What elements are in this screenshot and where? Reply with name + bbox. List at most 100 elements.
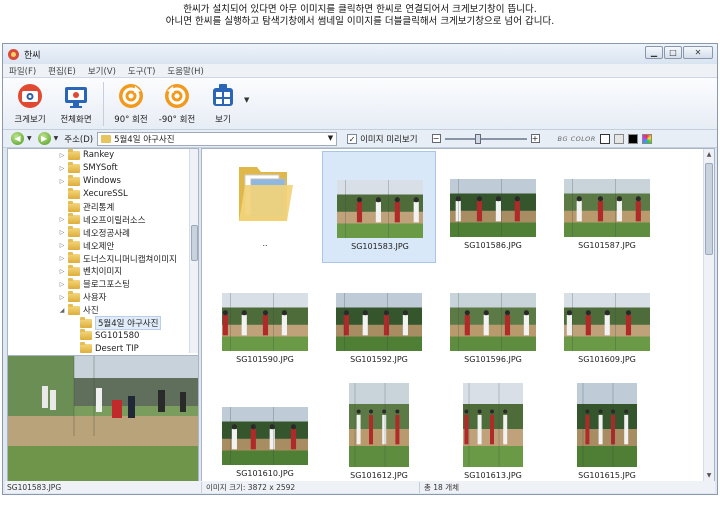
thumbnail-image[interactable] — [349, 383, 409, 467]
thumbnail-item[interactable]: SG101615.JPG — [550, 379, 664, 481]
thumbnail-image[interactable] — [222, 407, 308, 465]
thumbnail-image[interactable] — [564, 293, 650, 351]
title-bar[interactable]: 한씨 ▁ □ ✕ — [3, 44, 717, 64]
bg-swatch-black[interactable] — [627, 133, 638, 144]
thumbnail-item[interactable]: SG101610.JPG — [208, 379, 322, 481]
thumbnail-item[interactable]: SG101609.JPG — [550, 265, 664, 377]
tree-item[interactable]: ▷ 블로그포스팅 — [8, 277, 198, 291]
tree-item[interactable]: ▷ Rankey — [8, 149, 198, 162]
zoom-thumb[interactable] — [474, 133, 481, 144]
close-button[interactable]: ✕ — [683, 46, 713, 59]
thumbnail-item[interactable]: SG101583.JPG — [322, 151, 436, 263]
menu-edit[interactable]: 편집(E) — [48, 65, 76, 77]
menu-view[interactable]: 보기(V) — [88, 65, 116, 77]
tree-item-label: 네오정공사례 — [83, 228, 130, 239]
tree-item[interactable]: 관리통계 — [8, 200, 198, 214]
thumbnail-image[interactable] — [450, 179, 536, 237]
menu-tools[interactable]: 도구(T) — [128, 65, 155, 77]
scroll-up-icon[interactable]: ▲ — [704, 151, 714, 158]
folder-icon — [80, 329, 92, 341]
thumbnail-item[interactable]: SG101590.JPG — [208, 265, 322, 377]
bg-swatch-multicolor[interactable] — [641, 133, 652, 144]
rotate-left-button[interactable]: -90° 회전 — [154, 82, 200, 125]
app-window: 한씨 ▁ □ ✕ 파일(F) 편집(E) 보기(V) 도구(T) 도움말(H) … — [2, 43, 718, 495]
tree-item[interactable]: ▷ 네오정공사례 — [8, 226, 198, 239]
preview-checkbox-label: 이미지 미리보기 — [360, 134, 418, 145]
thumbnail-image[interactable] — [336, 293, 422, 351]
tree-item[interactable]: ▷ Windows — [8, 174, 198, 188]
address-value: 5월4일 야구사진 — [114, 134, 175, 145]
zoom-track[interactable] — [444, 133, 527, 144]
tree-scrollbar[interactable] — [189, 149, 198, 353]
forward-dropdown-icon[interactable]: ▼ — [54, 135, 59, 142]
tree-item[interactable]: ◢ 사진 — [8, 303, 198, 317]
thumbnail-filename: SG101586.JPG — [464, 241, 522, 250]
large-view-label: 크게보기 — [14, 115, 46, 125]
tree-scroll-thumb[interactable] — [191, 225, 198, 261]
tree-item[interactable]: ▷ SMYSoft — [8, 161, 198, 175]
menu-help[interactable]: 도움말(H) — [167, 65, 203, 77]
expand-arrow-icon[interactable]: ▷ — [58, 294, 66, 301]
expand-arrow-icon[interactable]: ▷ — [58, 229, 66, 236]
rotate-right-button[interactable]: 90° 회전 — [108, 82, 154, 125]
zoom-in-icon[interactable]: + — [530, 134, 540, 143]
expand-arrow-icon[interactable]: ▷ — [58, 178, 66, 185]
thumbnail-image[interactable] — [564, 179, 650, 237]
tree-item[interactable]: Desert TIP — [8, 342, 198, 353]
minimize-button[interactable]: ▁ — [645, 46, 663, 59]
tree-item[interactable]: ▷ 벤치이미지 — [8, 264, 198, 278]
tree-item[interactable]: XecureSSL — [8, 187, 198, 201]
tree-item[interactable]: ▷ 네오프이릴러소스 — [8, 213, 198, 226]
folder-icon — [68, 303, 80, 315]
expand-arrow-icon[interactable]: ▷ — [58, 268, 66, 275]
expand-arrow-icon[interactable]: ▷ — [58, 242, 66, 249]
thumbnail-image[interactable] — [337, 180, 423, 238]
tree-item-label: XecureSSL — [83, 189, 128, 200]
thumbnail-item[interactable]: SG101596.JPG — [436, 265, 550, 377]
address-input[interactable]: 5월4일 야구사진 ▼ — [97, 131, 338, 146]
tree-item[interactable]: ▷ 네오제안 — [8, 239, 198, 252]
tree-item[interactable]: SG101580 — [8, 329, 198, 342]
thumbnail-image[interactable] — [577, 383, 637, 467]
thumbnail-item[interactable]: SG101587.JPG — [550, 151, 664, 263]
thumbnail-item[interactable]: SG101592.JPG — [322, 265, 436, 377]
zoom-out-icon[interactable]: − — [431, 134, 441, 143]
fullscreen-button[interactable]: 전체화면 — [53, 82, 99, 125]
bg-swatch-white[interactable] — [599, 133, 610, 144]
thumbnail-item[interactable]: SG101586.JPG — [436, 151, 550, 263]
thumbnail-scrollbar[interactable]: ▲ ▼ — [703, 149, 714, 481]
expand-arrow-icon[interactable]: ▷ — [58, 152, 66, 159]
bg-swatch-gray[interactable] — [613, 133, 624, 144]
expand-arrow-icon[interactable]: ▷ — [58, 165, 66, 172]
thumbnail-item[interactable]: SG101612.JPG — [322, 379, 436, 481]
thumbnail-photo — [463, 383, 523, 467]
thumbnail-item[interactable]: SG101613.JPG — [436, 379, 550, 481]
address-dropdown-icon[interactable]: ▼ — [328, 134, 333, 142]
large-view-button[interactable]: 크게보기 — [7, 82, 53, 125]
thumbnail-image[interactable] — [463, 383, 523, 467]
back-arrow-icon[interactable]: ◀ — [11, 132, 24, 145]
rotate-left-icon — [163, 82, 191, 110]
expand-arrow-icon[interactable]: ◢ — [58, 307, 66, 314]
expand-arrow-icon[interactable]: ▷ — [58, 255, 66, 262]
thumbnail-image[interactable] — [222, 293, 308, 351]
thumbnail-image[interactable] — [450, 293, 536, 351]
view-dropdown-arrow-icon[interactable]: ▼ — [244, 96, 249, 104]
tree-item[interactable]: ▷ 도너스지니머니캡쳐이미지 — [8, 252, 198, 265]
zoom-slider[interactable]: − + — [431, 133, 540, 144]
preview-checkbox[interactable]: ✓ 이미지 미리보기 — [347, 133, 418, 145]
expand-arrow-icon[interactable]: ▷ — [58, 216, 66, 223]
menu-file[interactable]: 파일(F) — [9, 65, 36, 77]
expand-arrow-icon[interactable]: ▷ — [58, 281, 66, 288]
thumbnail-filename: SG101590.JPG — [236, 355, 294, 364]
maximize-button[interactable]: □ — [664, 46, 682, 59]
view-button[interactable]: 보기 — [200, 82, 246, 125]
tree-item[interactable]: 5월4일 야구사진 — [8, 316, 198, 331]
parent-folder-item[interactable]: .. — [208, 151, 322, 263]
thumbnail-scroll-thumb[interactable] — [705, 163, 713, 255]
back-dropdown-icon[interactable]: ▼ — [27, 135, 32, 142]
tree-item[interactable]: ▷ 사용자 — [8, 290, 198, 304]
scroll-down-icon[interactable]: ▼ — [704, 472, 714, 479]
tree-item-label: 네오제안 — [83, 241, 115, 252]
forward-arrow-icon[interactable]: ▶ — [37, 132, 51, 145]
